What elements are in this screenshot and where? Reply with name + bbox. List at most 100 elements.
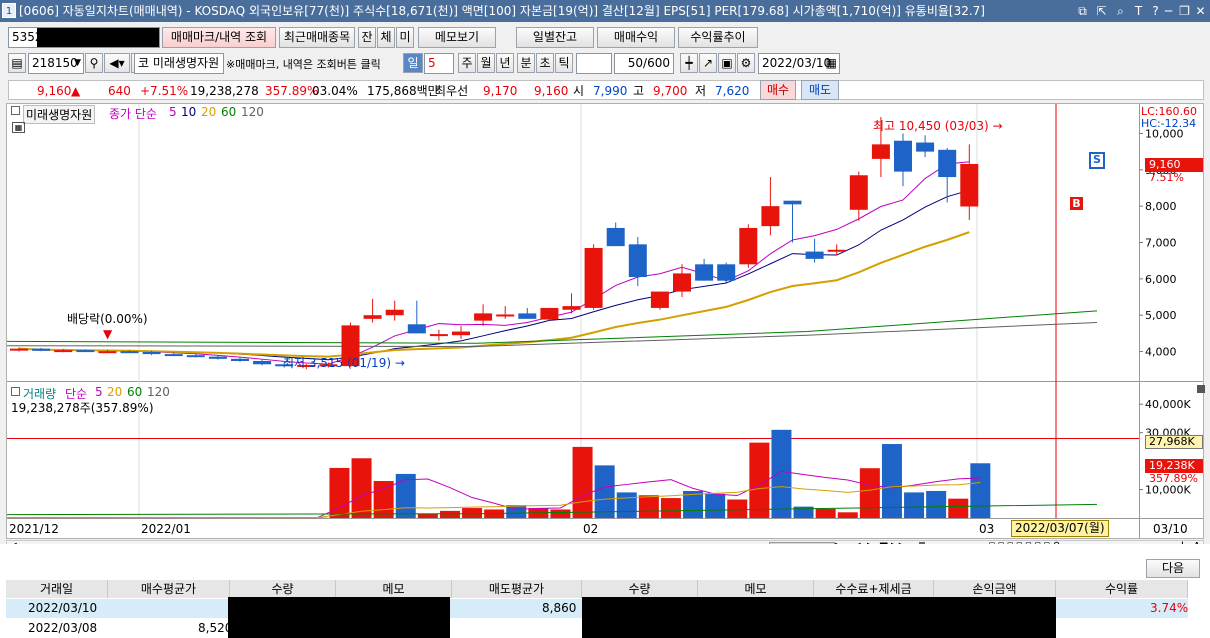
volume-bar — [771, 429, 792, 518]
period-week-button[interactable]: 주 — [458, 53, 476, 73]
date-input[interactable]: 2022/03/10 ▦ — [758, 53, 840, 74]
balance-button[interactable]: 잔 — [358, 27, 376, 48]
buy-marker: B — [1069, 196, 1084, 211]
period-second-button[interactable]: 초 — [536, 53, 554, 73]
row2-date: 2022/03/08 — [28, 621, 98, 635]
candle-body — [628, 244, 647, 278]
window-title: [0606] 자동일지차트(매매내역) - KOSDAQ 외국인보유[77(천)… — [19, 4, 985, 18]
stock-code-input[interactable]: 218150 ▼ — [28, 53, 84, 74]
col-sell-avg: 매도평균가 — [452, 580, 582, 598]
high-annotation: 최고 10,450 (03/03) → — [873, 119, 1003, 133]
x-label-feb: 02 — [583, 522, 599, 536]
collapse-box-icon[interactable] — [11, 106, 20, 115]
period-number: 5 — [428, 56, 436, 70]
volume-pct-tag: 357.89% — [1149, 472, 1198, 485]
turnover-rate: 03.04% — [312, 84, 358, 98]
text-size-icon[interactable]: T — [1131, 0, 1146, 22]
candle-body — [142, 351, 161, 355]
volume-tick-label: 10,000K — [1145, 484, 1191, 497]
recent-stocks-button[interactable]: 최근매매종목 — [279, 27, 355, 48]
profit-rate-trend-button[interactable]: 수익률추이 — [678, 27, 758, 48]
candle-body — [164, 354, 183, 357]
period-month-button[interactable]: 월 — [477, 53, 495, 73]
period-tick-button[interactable]: 틱 — [555, 53, 573, 73]
stock-legend-name: 미래생명자원 — [23, 105, 96, 124]
search-icon[interactable]: ⌕ — [1113, 0, 1128, 22]
last-pct-tag: 7.51% — [1149, 171, 1184, 184]
hint-text: ※매매마크, 내역은 조회버튼 클릭 — [226, 58, 381, 71]
current-price: 9,160 — [37, 84, 72, 98]
sound-icon[interactable]: ◀▾ — [104, 53, 130, 73]
moving-averages — [7, 161, 1098, 365]
volume-bar — [705, 493, 726, 518]
code-dropdown-icon[interactable]: ▼ — [74, 54, 81, 73]
row1-return: 3.74% — [1150, 601, 1189, 615]
candle-body — [761, 206, 780, 227]
volume-bar — [594, 465, 615, 518]
mark-inquiry-button[interactable]: 매매마크/내역 조회 — [162, 27, 276, 48]
calendar-icon[interactable]: ▦ — [826, 54, 837, 73]
period-minute-button[interactable]: 분 — [517, 53, 535, 73]
candle-body — [76, 350, 95, 353]
candle-body — [894, 140, 912, 172]
daily-balance-button[interactable]: 일별잔고 — [516, 27, 594, 48]
window-tab-number: 1 — [2, 3, 16, 18]
vma60-label: 60 — [127, 385, 143, 399]
stock-name-field: 코 미래생명자원 — [134, 53, 224, 74]
market-flag: 코 — [138, 56, 150, 70]
gear-icon[interactable]: ⚙ — [737, 53, 755, 73]
chart-panel[interactable]: 10,0009,0008,0007,0006,0005,0004,00040,0… — [6, 103, 1205, 539]
candle-body — [673, 273, 691, 292]
ma60-label: 60 — [221, 105, 237, 119]
candle-body — [452, 331, 470, 336]
account-redaction — [37, 28, 159, 47]
vma120-label: 120 — [147, 385, 170, 399]
executed-button[interactable]: 체 — [377, 27, 395, 48]
minimize-button[interactable]: ─ — [1161, 0, 1176, 22]
period-day-button[interactable]: 일 — [403, 53, 423, 73]
volume-tick-label: 40,000K — [1145, 398, 1191, 411]
volume-collapse-icon[interactable] — [11, 387, 20, 396]
chart-svg: 10,0009,0008,0007,0006,0005,0004,00040,0… — [7, 104, 1203, 538]
period-year-button[interactable]: 년 — [496, 53, 514, 73]
sell-button[interactable]: 매도 — [801, 80, 839, 100]
candle-body — [474, 313, 493, 321]
draw-tool-icon[interactable]: ↗ — [699, 53, 717, 73]
candle-body — [231, 358, 249, 362]
volume-bar — [948, 498, 969, 518]
volume-panel-close-icon[interactable] — [1197, 385, 1205, 393]
candle-body — [562, 306, 581, 310]
search-icon[interactable]: ⚲ — [85, 53, 103, 73]
panel-divider — [7, 381, 1203, 382]
tick-select[interactable] — [576, 53, 612, 74]
ma20-label: 20 — [201, 105, 217, 119]
count-input[interactable]: 50/600 — [614, 53, 674, 74]
candle-type-icon[interactable]: ┿ — [680, 53, 698, 73]
count-max: /600 — [643, 56, 670, 70]
trade-amount: 175,868백만 — [367, 84, 439, 98]
next-page-button[interactable]: 다음 — [1146, 559, 1200, 578]
close-button[interactable]: ✕ — [1193, 0, 1208, 22]
period-number-input[interactable]: 5 — [424, 53, 454, 74]
table-toggle-icon[interactable]: ▦ — [12, 122, 25, 133]
memo-view-button[interactable]: 메모보기 — [418, 27, 496, 48]
volume-bar — [550, 509, 571, 518]
link-icon[interactable]: ⧉ — [1075, 0, 1090, 22]
buy-button[interactable]: 매수 — [760, 80, 796, 100]
price-change: 640 — [108, 84, 131, 98]
save-icon[interactable]: ▣ — [718, 53, 736, 73]
trade-profit-button[interactable]: 매매수익 — [597, 27, 675, 48]
volume-bars — [7, 429, 1139, 519]
volume-bar — [572, 446, 593, 518]
ask-price: 9,170 — [483, 84, 518, 98]
price-tick-label: 8,000 — [1145, 200, 1177, 213]
candle-body — [10, 348, 28, 351]
volume-bar — [727, 499, 748, 518]
chart-settings-icon[interactable]: ▤ — [8, 53, 26, 73]
restore-button[interactable]: ❐ — [1177, 0, 1192, 22]
candle-body — [120, 351, 139, 354]
unexecuted-button[interactable]: 미 — [396, 27, 414, 48]
pin-icon[interactable]: ⇱ — [1094, 0, 1109, 22]
row1-sell-avg: 8,860 — [542, 601, 577, 615]
ma120-label: 120 — [241, 105, 264, 119]
